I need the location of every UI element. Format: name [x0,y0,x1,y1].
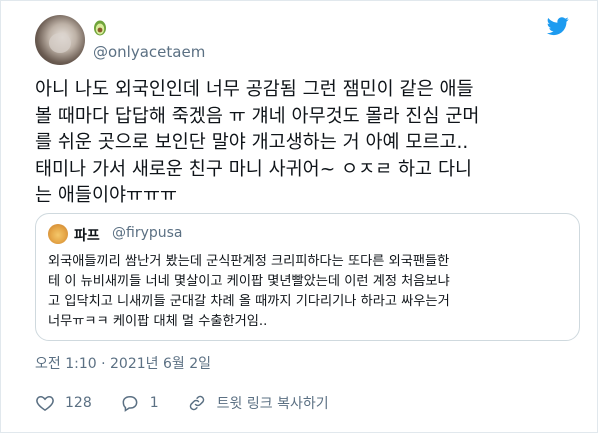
tweet-card: @onlyacetaem 아니 나도 외국인인데 너무 공감됨 그런 잼민이 같… [0,0,598,433]
quoted-tweet[interactable]: 파프 @firypusa 외국애들끼리 쌈난거 봤는데 군식판계정 크리피하다는… [35,213,580,341]
tweet-actions: 128 1 트윗 링크 복사하기 [35,391,577,415]
quoted-avatar [48,224,68,244]
quoted-tweet-header: 파프 @firypusa [48,224,567,246]
reply-button[interactable]: 1 [120,393,159,413]
link-icon [189,395,204,411]
twitter-bird-icon[interactable] [545,15,571,37]
quoted-author-handle: @firypusa [112,225,183,241]
tweet-text: 아니 나도 외국인인데 너무 공감됨 그런 잼민이 같은 애들 볼 때마다 답답… [35,79,480,206]
quoted-author-name: 파프 [74,228,100,244]
heart-icon [36,395,54,411]
like-count: 128 [65,395,92,411]
tweet-timestamp[interactable]: 오전 1:10 · 2021년 6월 2일 [35,353,211,373]
quoted-tweet-text: 외국애들끼리 쌈난거 봤는데 군식판계정 크리피하다는 또다른 외국팬들한 테 … [48,254,450,329]
like-button[interactable]: 128 [35,393,92,413]
avocado-icon [94,20,106,36]
avatar[interactable] [35,15,85,65]
reply-count: 1 [149,395,159,411]
reply-icon [122,396,138,412]
tweet-header: @onlyacetaem [35,15,577,71]
copy-link-button[interactable]: 트윗 링크 복사하기 [187,393,329,413]
copy-link-label: 트윗 링크 복사하기 [216,396,329,412]
author-handle[interactable]: @onlyacetaem [93,43,205,61]
